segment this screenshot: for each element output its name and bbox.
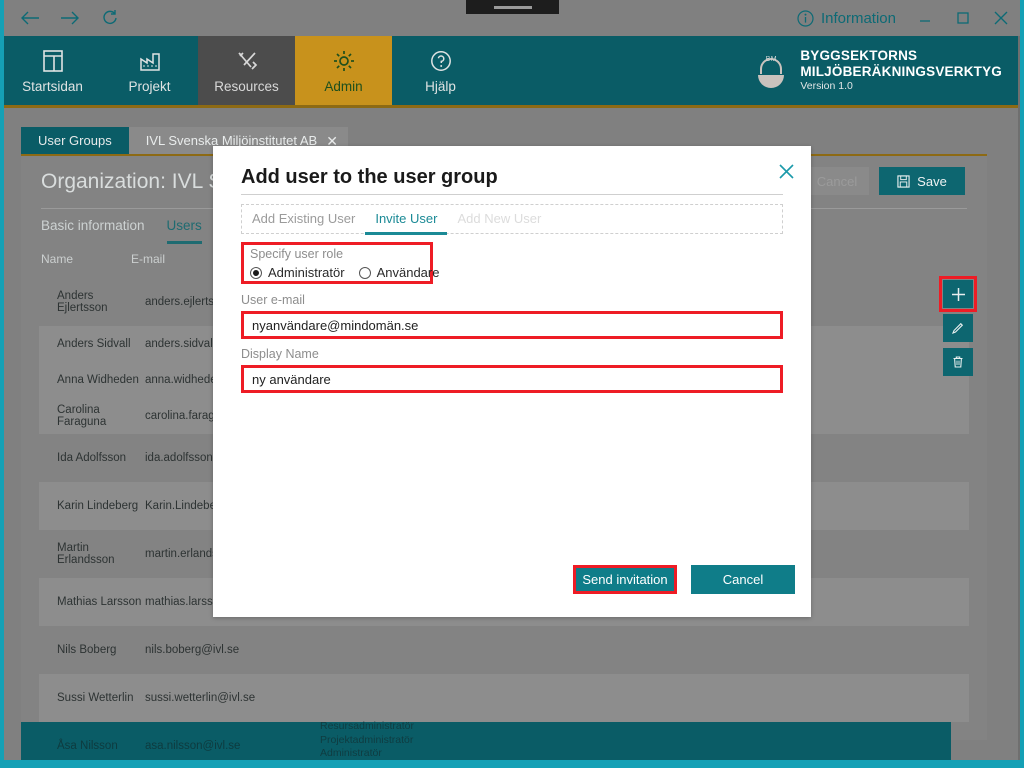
cancel-button-label: Cancel xyxy=(816,173,858,189)
subtab-basic-information[interactable]: Basic information xyxy=(41,218,145,244)
nav-item-hjalp[interactable]: Hjälp xyxy=(392,36,489,105)
radio-administrator[interactable]: Administratör xyxy=(250,265,345,280)
add-user-button[interactable] xyxy=(939,276,977,312)
maximize-button[interactable] xyxy=(944,0,982,36)
back-arrow-icon[interactable] xyxy=(12,3,48,33)
nav-item-resources[interactable]: Resources xyxy=(198,36,295,105)
window-right-border xyxy=(1018,36,1020,760)
main-navigation-bar: Startsidan Projekt Resources Admin Hjälp xyxy=(4,36,1020,105)
dialog-tab-strip: Add Existing User Invite User Add New Us… xyxy=(241,204,783,235)
role-line-3: Administratör xyxy=(320,747,382,760)
role-line-2: Projektadministratör xyxy=(320,733,414,746)
display-name-label: Display Name xyxy=(241,347,319,361)
cell-name: Karin Lindeberg xyxy=(57,500,139,512)
nav-label-startsidan: Startsidan xyxy=(22,79,83,94)
brand-text: BYGGSEKTORNS MILJÖBERÄKNINGSVERKTYG Vers… xyxy=(800,48,1002,93)
refresh-icon[interactable] xyxy=(92,3,128,33)
brand-line-2: MILJÖBERÄKNINGSVERKTYG xyxy=(800,63,1002,79)
selected-row-roles: Resursadministratör Projektadministratör… xyxy=(320,720,414,760)
save-button-label: Save xyxy=(917,173,947,189)
nav-item-projekt[interactable]: Projekt xyxy=(101,36,198,105)
subtab-users[interactable]: Users xyxy=(166,218,202,244)
role-line-1: Resursadministratör xyxy=(320,720,414,732)
dialog-action-buttons: Send invitation Cancel xyxy=(573,565,795,594)
home-layout-icon xyxy=(42,47,64,74)
display-name-input[interactable] xyxy=(241,365,783,393)
forward-arrow-icon[interactable] xyxy=(52,3,88,33)
user-email-input[interactable] xyxy=(241,311,783,339)
cell-name: Anders Sidvall xyxy=(57,338,131,350)
dialog-close-icon[interactable] xyxy=(774,159,798,183)
cell-name: Sussi Wetterlin xyxy=(57,692,134,704)
info-circle-icon xyxy=(797,9,814,27)
nav-item-startsidan[interactable]: Startsidan xyxy=(4,36,101,105)
radio-anvandare[interactable]: Användare xyxy=(358,265,440,280)
brand-version: Version 1.0 xyxy=(800,79,853,92)
brand-line-1: BYGGSEKTORNS xyxy=(800,48,918,64)
user-role-label: Specify user role xyxy=(250,247,344,261)
information-button[interactable]: Information xyxy=(787,0,906,36)
nav-item-admin[interactable]: Admin xyxy=(295,36,392,105)
cell-email: sussi.wetterlin@ivl.se xyxy=(145,692,256,704)
user-email-label: User e-mail xyxy=(241,293,305,307)
cell-name: Åsa Nilsson xyxy=(57,740,118,752)
user-role-fieldset: Specify user role Administratör Användar… xyxy=(241,242,439,284)
dialog-tab-invite-user[interactable]: Invite User xyxy=(365,205,448,235)
gear-icon xyxy=(332,47,356,74)
nav-label-hjalp: Hjälp xyxy=(425,79,456,94)
cell-email: nils.boberg@ivl.se xyxy=(145,644,240,656)
save-button[interactable]: Save xyxy=(879,167,965,195)
panel-toolbar: Cancel Save xyxy=(785,167,965,195)
radio-dot-icon xyxy=(358,266,371,279)
edit-user-button[interactable] xyxy=(943,314,973,342)
nav-label-admin: Admin xyxy=(324,79,363,94)
window-drag-handle[interactable] xyxy=(466,0,559,14)
save-disk-icon xyxy=(897,174,910,188)
brand-logo-icon: BM xyxy=(756,54,786,88)
table-row[interactable]: Nils Boberg nils.boberg@ivl.se xyxy=(39,626,969,674)
cell-name: Anders Ejlertsson xyxy=(57,290,108,314)
send-invitation-button[interactable]: Send invitation xyxy=(573,565,677,594)
add-user-dialog: Add user to the user group Add Existing … xyxy=(213,146,811,617)
nav-label-projekt: Projekt xyxy=(128,79,171,94)
table-row[interactable]: Sussi Wetterlin sussi.wetterlin@ivl.se xyxy=(39,674,969,722)
plus-icon xyxy=(951,287,965,301)
cell-name: Ida Adolfsson xyxy=(57,452,127,464)
title-bar-right-controls: Information xyxy=(787,0,1020,36)
navigation-arrows xyxy=(12,3,128,33)
cell-name: Martin Erlandsson xyxy=(57,542,115,566)
tools-icon xyxy=(235,47,259,74)
trash-icon xyxy=(953,356,963,368)
cell-name: Anna Widheden xyxy=(57,374,139,386)
cell-email: asa.nilsson@ivl.se xyxy=(145,740,241,752)
cell-name: Carolina Faraguna xyxy=(57,404,107,428)
cell-name: Mathias Larsson xyxy=(57,596,142,608)
factory-icon xyxy=(138,47,162,74)
tab-user-groups[interactable]: User Groups xyxy=(21,127,129,154)
application-window: Information Startsidan Projekt Resources… xyxy=(0,0,1024,768)
radio-anvandare-label: Användare xyxy=(376,265,440,280)
radio-administrator-label: Administratör xyxy=(268,265,345,280)
table-row-selected[interactable]: Åsa Nilsson asa.nilsson@ivl.se xyxy=(21,722,951,760)
information-label: Information xyxy=(820,9,896,27)
user-role-options: Administratör Användare xyxy=(250,265,439,280)
dialog-title: Add user to the user group xyxy=(241,166,498,188)
tab-user-groups-label: User Groups xyxy=(38,133,112,148)
pencil-icon xyxy=(952,322,964,334)
dialog-tab-add-new-user: Add New User xyxy=(457,211,542,226)
dialog-cancel-button[interactable]: Cancel xyxy=(691,565,795,594)
column-header-name: Name xyxy=(41,252,74,266)
cell-name: Nils Boberg xyxy=(57,644,117,656)
row-action-buttons xyxy=(939,276,977,376)
nav-label-resources: Resources xyxy=(214,79,279,94)
dialog-tab-add-existing-user[interactable]: Add Existing User xyxy=(242,205,365,232)
radio-dot-icon xyxy=(250,266,262,279)
question-circle-icon xyxy=(429,47,453,74)
delete-user-button[interactable] xyxy=(943,348,973,376)
brand-mark-text: BM xyxy=(765,55,778,63)
minimize-button[interactable] xyxy=(906,0,944,36)
dialog-title-divider xyxy=(241,194,783,195)
close-button[interactable] xyxy=(982,0,1020,36)
brand-block: BM BYGGSEKTORNS MILJÖBERÄKNINGSVERKTYG V… xyxy=(756,36,1020,105)
